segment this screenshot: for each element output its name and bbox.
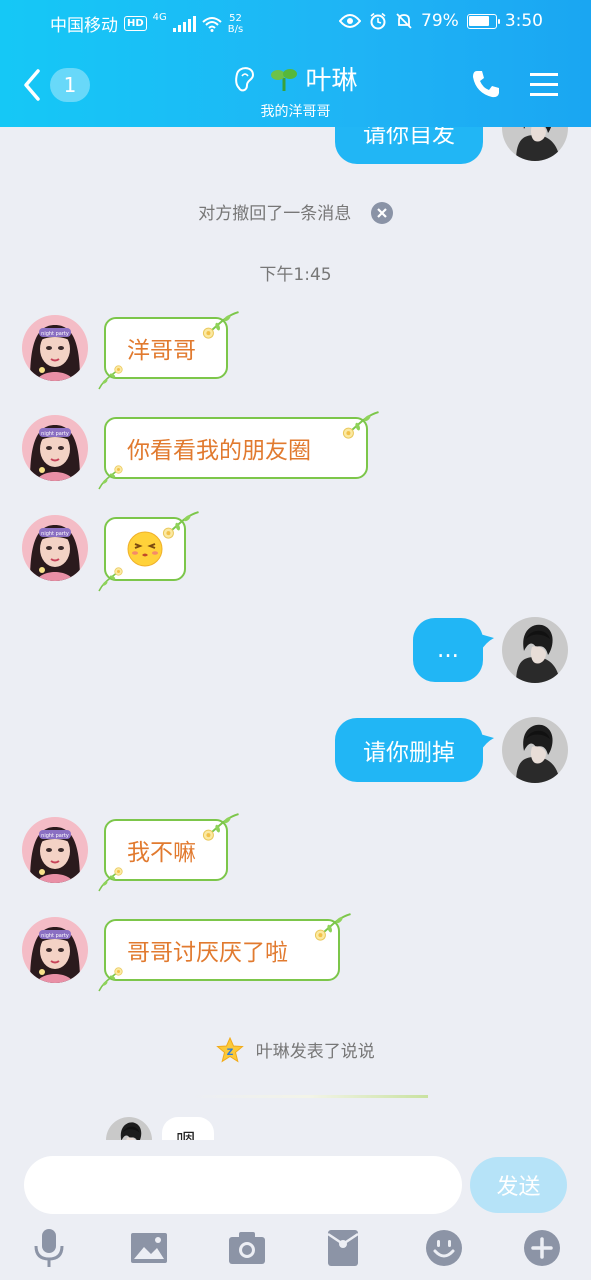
wifi-icon	[202, 16, 222, 32]
contact-subtitle: 我的洋哥哥	[260, 104, 331, 120]
outgoing-message[interactable]: ...	[413, 618, 483, 682]
message-text: 请你删掉	[363, 740, 455, 766]
emoji-icon[interactable]	[424, 1228, 464, 1268]
my-avatar[interactable]	[502, 127, 568, 161]
svg-text:Z: Z	[227, 1048, 234, 1058]
recall-notice-text: 对方撤回了一条消息	[198, 204, 352, 224]
close-icon[interactable]	[370, 202, 393, 224]
feed-notice-text: 叶琳发表了说说	[255, 1042, 375, 1062]
timestamp: 下午1:45	[259, 265, 332, 285]
battery-icon	[466, 13, 500, 29]
outgoing-message[interactable]: 请你删掉	[335, 718, 483, 782]
speed-value: 52	[229, 12, 242, 24]
chat-header: 中国移动 HD 4G 52 B/s 79% 3:50 1 叶琳 我的洋哥哥	[0, 0, 591, 127]
contact-avatar[interactable]	[22, 917, 88, 983]
contact-name: 叶琳	[305, 66, 358, 96]
camera-icon[interactable]	[227, 1228, 267, 1268]
image-icon[interactable]	[129, 1228, 169, 1268]
partial-bottom-message[interactable]: 嗯	[162, 1117, 214, 1140]
vine-decoration	[337, 402, 383, 448]
vine-decoration	[157, 502, 203, 548]
speed-unit: B/s	[227, 23, 244, 35]
vine-decoration	[96, 564, 126, 594]
partial-top-message[interactable]: 请你自发	[335, 127, 483, 164]
vine-decoration	[96, 864, 126, 894]
contact-avatar[interactable]	[22, 515, 88, 581]
vine-decoration	[96, 964, 126, 994]
message-text: 请你自发	[363, 127, 455, 148]
feed-preview-divider	[190, 1095, 428, 1098]
network-speed: 52 B/s	[228, 13, 243, 35]
network-type-label: 4G	[152, 12, 167, 23]
contact-avatar[interactable]	[22, 315, 88, 381]
battery-fill	[469, 16, 490, 26]
ear-icon[interactable]	[233, 64, 257, 94]
message-input[interactable]	[24, 1156, 462, 1214]
clock-time: 3:50	[504, 11, 543, 31]
send-button[interactable]: 发送	[470, 1157, 567, 1213]
incoming-message[interactable]: 你看看我的朋友圈	[104, 417, 368, 479]
carrier-label: 中国移动	[50, 16, 118, 36]
message-text: 你看看我的朋友圈	[127, 438, 311, 464]
incoming-message[interactable]: 哥哥讨厌厌了啦	[104, 919, 340, 981]
message-text: 哥哥讨厌厌了啦	[127, 940, 288, 966]
message-text: 我不嘛	[127, 840, 196, 866]
mute-bell-icon	[396, 13, 412, 29]
battery-percent: 79%	[421, 11, 459, 31]
bubble-tail	[480, 634, 494, 652]
bubble-tail	[480, 734, 494, 752]
message-text: 洋哥哥	[127, 338, 196, 364]
message-text: 嗯	[176, 1129, 196, 1140]
phone-icon[interactable]	[470, 68, 502, 100]
menu-icon[interactable]	[528, 68, 560, 100]
qzone-star-icon: Z	[216, 1036, 245, 1063]
hd-badge: HD	[124, 16, 147, 31]
message-text: ...	[437, 637, 459, 663]
contact-title-block[interactable]: 叶琳 我的洋哥哥	[0, 60, 591, 121]
signal-icon	[172, 15, 196, 32]
contact-avatar-partial[interactable]	[106, 1117, 152, 1140]
vine-decoration	[96, 362, 126, 392]
alarm-icon	[370, 12, 386, 30]
red-packet-icon[interactable]	[326, 1228, 360, 1268]
microphone-icon[interactable]	[32, 1228, 66, 1268]
chat-message-list[interactable]: 请你自发 对方撤回了一条消息 下午1:45 洋哥哥 你看看我的朋友圈 ... 请…	[0, 127, 591, 1140]
plus-icon[interactable]	[522, 1228, 562, 1268]
contact-avatar[interactable]	[22, 817, 88, 883]
status-bar: 中国移动 HD 4G 52 B/s 79% 3:50	[0, 0, 591, 44]
my-avatar[interactable]	[502, 717, 568, 783]
vine-decoration	[197, 302, 243, 348]
vine-decoration	[309, 904, 355, 950]
recall-notice: 对方撤回了一条消息	[0, 199, 591, 224]
my-avatar[interactable]	[502, 617, 568, 683]
sprout-icon	[271, 68, 298, 91]
feed-notice[interactable]: Z 叶琳发表了说说	[0, 1036, 591, 1063]
contact-avatar[interactable]	[22, 415, 88, 481]
eye-icon	[339, 14, 362, 28]
input-bar: 发送	[0, 1140, 591, 1280]
vine-decoration	[96, 462, 126, 492]
vine-decoration	[197, 804, 243, 850]
